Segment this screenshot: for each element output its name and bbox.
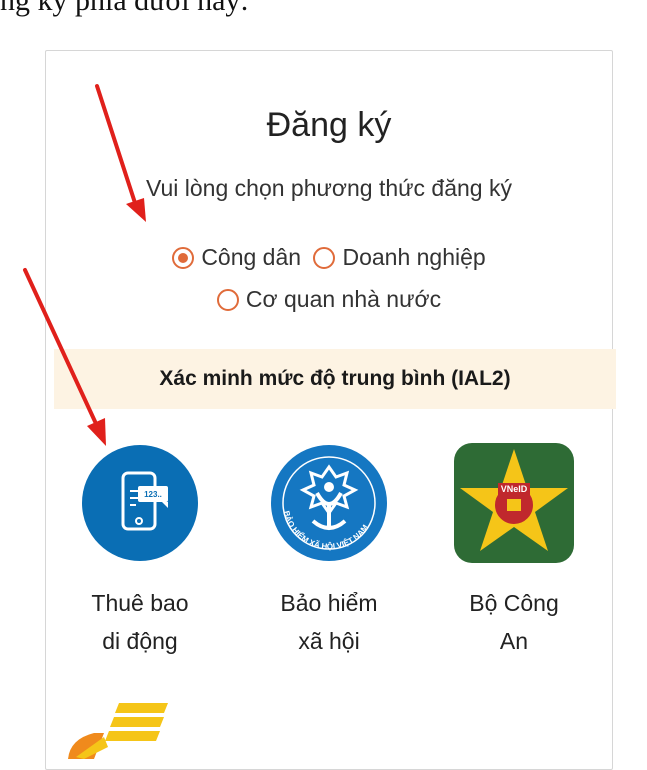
annotation-arrows bbox=[23, 84, 146, 446]
arrow-head-icon bbox=[87, 418, 106, 446]
arrow-to-radio bbox=[95, 84, 138, 208]
arrow-head-icon bbox=[126, 198, 146, 222]
arrow-to-mobile bbox=[23, 268, 100, 430]
